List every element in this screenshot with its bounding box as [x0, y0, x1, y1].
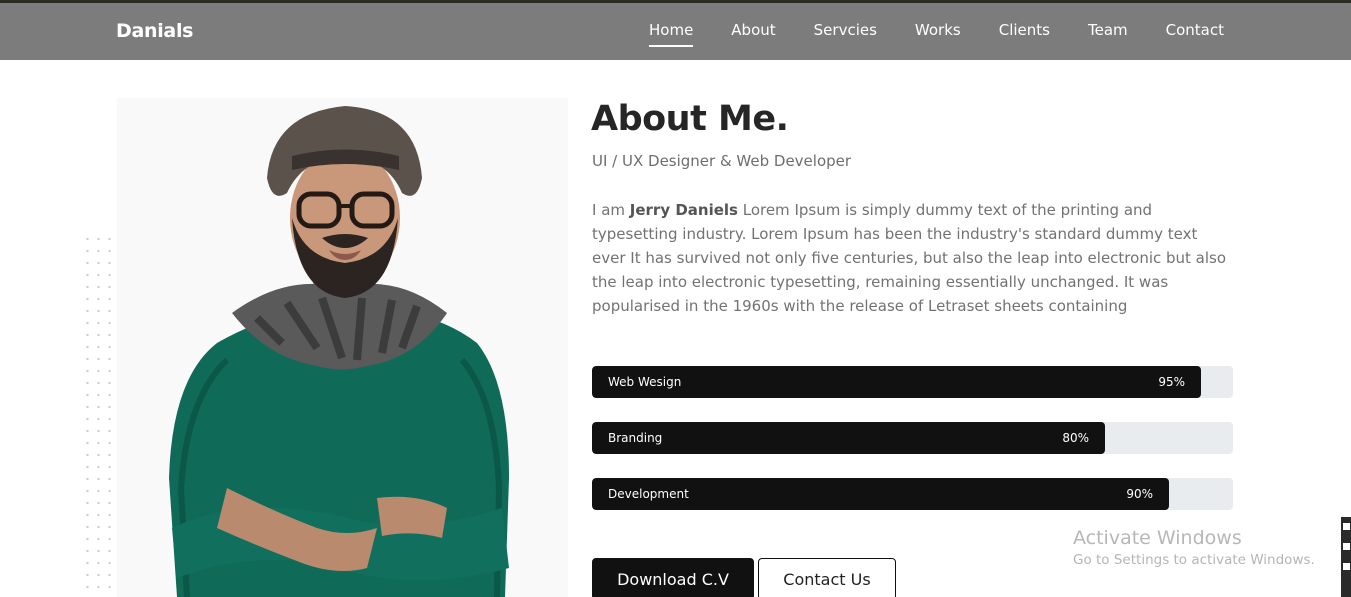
- bio-prefix: I am: [592, 201, 630, 219]
- nav-team[interactable]: Team: [1088, 21, 1128, 47]
- skill-bar-branding: Branding 80%: [592, 422, 1233, 454]
- skill-percent: 95%: [1158, 375, 1185, 389]
- bio-name: Jerry Daniels: [629, 201, 738, 219]
- download-cv-button[interactable]: Download C.V: [592, 558, 754, 597]
- nav-about[interactable]: About: [731, 21, 775, 47]
- page-title: About Me.: [591, 99, 789, 139]
- skill-fill: [592, 422, 1105, 454]
- windows-activation-watermark: Activate Windows Go to Settings to activ…: [1073, 527, 1315, 568]
- skill-name: Branding: [608, 431, 663, 445]
- watermark-subtitle: Go to Settings to activate Windows.: [1073, 552, 1315, 568]
- edge-tool-icon[interactable]: [1343, 543, 1350, 550]
- bio-paragraph: I am Jerry Daniels Lorem Ipsum is simply…: [592, 198, 1232, 318]
- profile-photo: [117, 98, 568, 597]
- nav-services[interactable]: Servcies: [814, 21, 877, 47]
- edge-toolbar[interactable]: [1341, 517, 1351, 597]
- navbar: Danials Home About Servcies Works Client…: [0, 3, 1351, 60]
- skill-percent: 90%: [1126, 487, 1153, 501]
- nav-home[interactable]: Home: [649, 21, 694, 47]
- contact-us-button[interactable]: Contact Us: [758, 558, 896, 597]
- skill-name: Web Wesign: [608, 375, 682, 389]
- nav-contact[interactable]: Contact: [1166, 21, 1224, 47]
- dot-pattern-decoration: [82, 233, 118, 597]
- brand-logo[interactable]: Danials: [116, 20, 193, 42]
- edge-tool-icon[interactable]: [1343, 523, 1350, 530]
- page-subtitle: UI / UX Designer & Web Developer: [592, 152, 852, 170]
- main-nav: Home About Servcies Works Clients Team C…: [649, 21, 1224, 47]
- nav-works[interactable]: Works: [915, 21, 961, 47]
- edge-tool-icon[interactable]: [1343, 563, 1350, 570]
- skill-bar-development: Development 90%: [592, 478, 1233, 510]
- nav-clients[interactable]: Clients: [999, 21, 1050, 47]
- portrait-illustration: [169, 106, 509, 597]
- watermark-title: Activate Windows: [1073, 527, 1242, 549]
- skill-percent: 80%: [1062, 431, 1089, 445]
- skill-fill: [592, 366, 1201, 398]
- skill-name: Development: [608, 487, 689, 501]
- skill-bar-web-design: Web Wesign 95%: [592, 366, 1233, 398]
